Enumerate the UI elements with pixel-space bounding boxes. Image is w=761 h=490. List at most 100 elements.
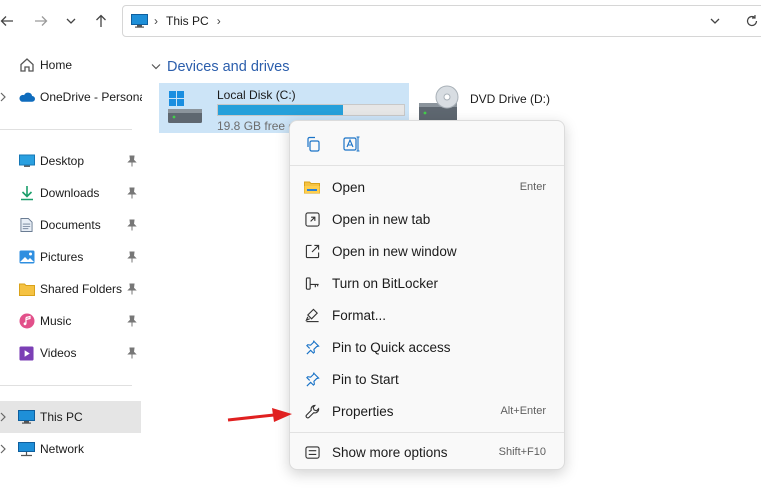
context-menu-separator — [290, 432, 564, 433]
chevron-right-icon[interactable] — [0, 412, 8, 422]
menu-item-turn-on-bitlocker[interactable]: Turn on BitLocker — [294, 268, 560, 298]
menu-item-pin-to-start[interactable]: Pin to Start — [294, 364, 560, 394]
up-button[interactable] — [88, 8, 114, 34]
chevron-down-icon[interactable] — [151, 63, 161, 71]
pin-icon[interactable] — [127, 219, 137, 231]
wrench-icon — [304, 403, 320, 419]
chevron-right-icon[interactable] — [0, 444, 8, 454]
sidebar-item-label: This PC — [40, 410, 83, 424]
chevron-right-icon[interactable] — [0, 92, 8, 102]
menu-item-label: Show more options — [332, 444, 448, 460]
refresh-icon[interactable] — [745, 14, 759, 28]
drive-free-space: 19.8 GB free of — [217, 119, 299, 133]
sidebar-item-label: Network — [40, 442, 85, 456]
menu-item-label: Open — [332, 179, 366, 195]
address-dropdown-icon[interactable] — [708, 14, 722, 28]
back-button[interactable] — [0, 8, 20, 34]
pin-icon[interactable] — [127, 315, 137, 327]
drive-name: DVD Drive (D:) — [470, 92, 550, 106]
format-icon — [304, 307, 320, 323]
sidebar-divider — [0, 385, 132, 386]
menu-item-format[interactable]: Format... — [294, 300, 560, 330]
menu-item-open-new-tab[interactable]: Open in new tab — [294, 204, 560, 234]
menu-item-label: Pin to Start — [332, 371, 399, 387]
arrow-up-icon — [96, 14, 106, 27]
menu-item-shortcut: Alt+Enter — [500, 405, 546, 417]
pin-icon — [304, 371, 320, 387]
menu-item-open-new-window[interactable]: Open in new window — [294, 236, 560, 266]
sidebar-item-shared-folders[interactable]: Shared Folders — [0, 274, 141, 304]
breadcrumb-chevron-icon[interactable]: › — [217, 14, 221, 28]
sidebar-item-pictures[interactable]: Pictures — [0, 242, 141, 272]
this-pc-icon — [131, 14, 148, 28]
annotation-arrow-icon — [227, 408, 292, 422]
music-icon — [18, 313, 35, 330]
sidebar-divider — [0, 129, 132, 130]
sidebar-item-this-pc[interactable]: This PC — [0, 401, 141, 433]
sidebar-item-documents[interactable]: Documents — [0, 210, 141, 240]
new-tab-icon — [304, 211, 320, 227]
menu-item-label: Format... — [332, 307, 387, 323]
pictures-icon — [18, 249, 35, 266]
menu-item-pin-quick-access[interactable]: Pin to Quick access — [294, 332, 560, 362]
copy-button[interactable] — [302, 133, 324, 155]
open-folder-icon — [304, 179, 320, 195]
new-window-icon — [304, 243, 320, 259]
pin-icon[interactable] — [127, 283, 137, 295]
desktop-folder-icon — [18, 153, 35, 170]
sidebar-item-music[interactable]: Music — [0, 306, 141, 336]
sidebar-item-downloads[interactable]: Downloads — [0, 178, 141, 208]
context-menu-separator — [290, 165, 564, 166]
menu-item-open[interactable]: Open Enter — [294, 172, 560, 202]
this-pc-icon — [18, 409, 35, 426]
sidebar-item-label: OneDrive - Personal — [40, 90, 142, 104]
pin-icon[interactable] — [127, 251, 137, 263]
documents-icon — [18, 217, 35, 234]
navigation-bar: › This PC › — [0, 0, 761, 44]
sidebar-item-network[interactable]: Network — [0, 434, 141, 464]
rename-button[interactable] — [341, 133, 363, 155]
pin-icon[interactable] — [127, 187, 137, 199]
address-bar[interactable]: › This PC › — [122, 5, 761, 37]
chevron-down-icon — [66, 18, 76, 24]
breadcrumb-this-pc[interactable]: This PC — [166, 14, 209, 28]
network-icon — [18, 441, 35, 458]
menu-item-label: Open in new tab — [332, 211, 431, 227]
menu-item-label: Properties — [332, 403, 394, 419]
drive-usage-fill — [218, 105, 343, 115]
menu-item-label: Pin to Quick access — [332, 339, 451, 355]
home-icon — [18, 57, 35, 74]
pin-icon — [304, 339, 320, 355]
context-menu: Open Enter Open in new tab Open in new w… — [289, 120, 565, 470]
sidebar-item-videos[interactable]: Videos — [0, 338, 141, 368]
sidebar-item-home[interactable]: Home — [0, 50, 141, 80]
pin-icon[interactable] — [127, 347, 137, 359]
drive-usage-bar — [217, 104, 405, 116]
dvd-drive-icon — [419, 85, 459, 121]
copy-icon — [307, 136, 320, 152]
bitlocker-key-icon — [304, 275, 320, 291]
navigation-pane: Home OneDrive - Personal Desktop Downloa… — [0, 44, 145, 490]
sidebar-item-desktop[interactable]: Desktop — [0, 146, 141, 176]
sidebar-item-label: Home — [40, 58, 73, 72]
videos-icon — [18, 345, 35, 362]
menu-item-show-more-options[interactable]: Show more options Shift+F10 — [294, 437, 560, 467]
more-options-icon — [304, 444, 320, 460]
folder-icon — [18, 281, 35, 298]
arrow-right-icon — [35, 16, 48, 26]
breadcrumb-chevron-icon: › — [154, 14, 158, 28]
context-menu-quick-actions — [290, 121, 564, 165]
recent-locations-button[interactable] — [58, 8, 84, 34]
rename-icon — [343, 136, 360, 152]
menu-item-properties[interactable]: Properties Alt+Enter — [294, 396, 560, 426]
menu-item-label: Turn on BitLocker — [332, 275, 439, 291]
pin-icon[interactable] — [127, 155, 137, 167]
menu-item-shortcut: Shift+F10 — [498, 446, 546, 458]
drive-name: Local Disk (C:) — [217, 88, 296, 102]
menu-item-label: Open in new window — [332, 243, 457, 259]
section-title: Devices and drives — [167, 59, 290, 75]
section-header-devices[interactable]: Devices and drives — [151, 59, 290, 75]
onedrive-cloud-icon — [18, 89, 35, 106]
sidebar-item-onedrive[interactable]: OneDrive - Personal — [0, 82, 142, 112]
forward-button[interactable] — [28, 8, 54, 34]
